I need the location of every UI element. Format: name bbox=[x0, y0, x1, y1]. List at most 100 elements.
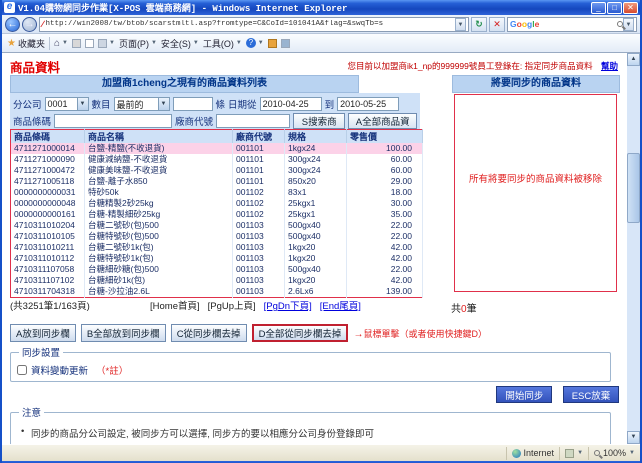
forward-button[interactable]: → bbox=[22, 17, 37, 32]
sync-action-button-B[interactable]: B全部放到同步欄 bbox=[81, 324, 166, 342]
sync-action-button-A[interactable]: A放到同步欄 bbox=[10, 324, 76, 342]
sync-count-suffix: 筆 bbox=[467, 304, 477, 315]
cell-vendor: 001103 bbox=[233, 286, 285, 298]
research-icon[interactable] bbox=[281, 39, 290, 48]
menu-safety[interactable]: 安全(S) ▼ bbox=[161, 37, 199, 50]
table-row[interactable]: 4711271000472健康美味鹽-不收退貨001101300gx2460.0… bbox=[11, 165, 423, 176]
tools-caret-icon: ▼ bbox=[236, 40, 242, 46]
cell-price: 22.00 bbox=[347, 264, 423, 275]
scroll-up-icon[interactable]: ▲ bbox=[627, 53, 640, 66]
window-title: V1.04購物網同步作業[X-POS 雲端商務網] - Windows Inte… bbox=[18, 1, 590, 14]
print-button[interactable]: ▼ bbox=[98, 39, 115, 48]
protected-mode-segment[interactable]: ▼ bbox=[560, 447, 589, 460]
table-row[interactable]: 0000000000031特砂50k00110283x118.00 bbox=[11, 187, 423, 198]
table-row[interactable]: 4710311107058台糖細砂糖(包)500001103500gx4022.… bbox=[11, 264, 423, 275]
table-row[interactable]: 4710311010112台糖特號砂1k(包)0011031kgx2042.00 bbox=[11, 253, 423, 264]
date-to-input[interactable] bbox=[337, 97, 399, 111]
cell-barcode: 4710311010211 bbox=[11, 242, 85, 253]
cell-vendor: 001102 bbox=[233, 187, 285, 198]
cell-name: 台糖特號砂1k(包) bbox=[85, 253, 233, 264]
table-row[interactable]: 0000000000048台糖精製2砂25kg00110225kgx130.00 bbox=[11, 198, 423, 209]
data-change-update-checkbox[interactable] bbox=[17, 365, 27, 375]
hint-text: 鼠標單擊（或者使用快捷鍵D） bbox=[363, 329, 487, 339]
page-home[interactable]: [Home首頁] bbox=[150, 298, 200, 312]
minimize-button[interactable]: _ bbox=[591, 2, 606, 14]
scrollbar-thumb[interactable] bbox=[627, 153, 640, 223]
messenger-icon[interactable] bbox=[268, 39, 277, 48]
cell-barcode: 4710311010112 bbox=[11, 253, 85, 264]
protected-caret-icon: ▼ bbox=[577, 450, 583, 456]
cell-price: 29.00 bbox=[347, 176, 423, 187]
search-products-button[interactable]: S搜索商品 bbox=[293, 113, 345, 129]
search-icon[interactable] bbox=[617, 21, 623, 27]
read-mail-icon[interactable] bbox=[85, 39, 94, 48]
page-up[interactable]: [PgUp上頁] bbox=[208, 298, 256, 312]
esc-cancel-button[interactable]: ESC放棄 bbox=[563, 386, 619, 403]
date-from-input[interactable] bbox=[260, 97, 322, 111]
back-button[interactable]: ← bbox=[5, 17, 20, 32]
count-select[interactable]: 最前的 ▼ bbox=[114, 97, 170, 111]
start-sync-button[interactable]: 開始同步 bbox=[496, 386, 552, 403]
table-row[interactable]: 4710311010105台糖特號砂(包)500001103500gx4022.… bbox=[11, 231, 423, 242]
help-button[interactable]: ? ▼ bbox=[246, 38, 264, 48]
barcode-label: 商品條碼 bbox=[13, 114, 51, 128]
count-input[interactable] bbox=[173, 97, 213, 111]
maximize-button[interactable]: □ bbox=[607, 2, 622, 14]
barcode-input[interactable] bbox=[54, 114, 172, 128]
cell-name: 台糖細砂1k(包) bbox=[85, 275, 233, 286]
favorites-button[interactable]: ★ 收藏夹 bbox=[7, 37, 45, 50]
column-header-2: 商品名稱 bbox=[85, 130, 233, 144]
favorites-star-icon: ★ bbox=[7, 38, 16, 49]
scroll-down-icon[interactable]: ▼ bbox=[627, 431, 640, 444]
refresh-button[interactable]: ↻ bbox=[471, 17, 487, 32]
table-row[interactable]: 4710311107102台糖細砂1k(包)0011031kgx2042.00 bbox=[11, 275, 423, 286]
feed-icon[interactable] bbox=[72, 39, 81, 48]
page-end-link[interactable]: [End尾頁] bbox=[320, 298, 361, 312]
cell-vendor: 001102 bbox=[233, 198, 285, 209]
google-logo: Google bbox=[510, 19, 617, 29]
address-dropdown-icon[interactable]: ▼ bbox=[455, 18, 466, 31]
cell-name: 台糖精製2砂25kg bbox=[85, 198, 233, 209]
menu-page[interactable]: 页面(P) ▼ bbox=[119, 37, 157, 50]
table-row[interactable]: 4710311010211台糖二號砂1k(包)0011031kgx2042.00 bbox=[11, 242, 423, 253]
help-link[interactable]: 幫助 bbox=[601, 61, 618, 71]
sync-action-button-C[interactable]: C從同步欄去掉 bbox=[171, 324, 247, 342]
branch-select[interactable]: 0001 ▼ bbox=[45, 97, 89, 111]
login-info: 您目前以加盟商ik1_np的999999號員工登錄在: 指定同步商品資料 幫助 bbox=[347, 60, 618, 72]
home-button[interactable]: ⌂ ▼ bbox=[54, 38, 68, 49]
notes-list: 同步的商品分公司設定, 被同步方可以選擇, 同步方的要以相應分公司身份登錄即可設… bbox=[17, 426, 604, 444]
cell-price: 139.00 bbox=[347, 286, 423, 298]
cell-barcode: 4711271000014 bbox=[11, 143, 85, 154]
address-input[interactable]: ∕ http://win2008/tw/btob/scarstmltl.asp?… bbox=[39, 17, 469, 32]
page-down-link[interactable]: [PgDn下頁] bbox=[264, 298, 312, 312]
table-row[interactable]: 4710311704318台糖-沙拉油2.6L0011032.6Lx6139.0… bbox=[11, 286, 423, 298]
unit-label: 條 bbox=[216, 97, 226, 111]
table-row[interactable]: 0000000000161台糖-精製細砂25kg00110225kgx135.0… bbox=[11, 209, 423, 220]
cell-spec: 300gx24 bbox=[285, 154, 347, 165]
stop-button[interactable]: ✕ bbox=[489, 17, 505, 32]
cell-price: 22.00 bbox=[347, 231, 423, 242]
vertical-scrollbar[interactable]: ▲ ▼ bbox=[627, 53, 640, 444]
all-products-button[interactable]: A全部商品資料 bbox=[348, 113, 417, 129]
zoom-control[interactable]: 100% ▼ bbox=[589, 447, 640, 460]
sync-settings-fieldset: 同步設置 資料變動更新 （*註） bbox=[10, 345, 611, 382]
title-bar[interactable]: e V1.04購物網同步作業[X-POS 雲端商務網] - Windows In… bbox=[2, 0, 640, 15]
menu-tools[interactable]: 工具(O) ▼ bbox=[203, 37, 242, 50]
vendor-input[interactable] bbox=[216, 114, 290, 128]
close-button[interactable]: ✕ bbox=[623, 2, 638, 14]
table-row[interactable]: 4711271005118台鹽-離子水850001101850x2029.00 bbox=[11, 176, 423, 187]
notes-legend: 注意 bbox=[19, 405, 44, 419]
cell-barcode: 4710311010204 bbox=[11, 220, 85, 231]
cell-vendor: 001103 bbox=[233, 231, 285, 242]
sync-action-button-D[interactable]: D全部從同步欄去掉 bbox=[252, 324, 349, 342]
table-row[interactable]: 4711271000090健康減納鹽-不收退貨001101300gx2460.0… bbox=[11, 154, 423, 165]
cell-name: 台糖二號砂1k(包) bbox=[85, 242, 233, 253]
count-select-arrow-icon: ▼ bbox=[158, 98, 169, 110]
table-row[interactable]: 4710311010204台糖二號砂(包)500001103500gx4022.… bbox=[11, 220, 423, 231]
cell-vendor: 001103 bbox=[233, 242, 285, 253]
cell-barcode: 4710311107058 bbox=[11, 264, 85, 275]
filter-row-2: 商品條碼 廠商代號 S搜索商品 A全部商品資料 bbox=[13, 113, 417, 129]
search-box[interactable]: Google ▼ bbox=[507, 17, 637, 32]
table-row[interactable]: 4711271000014台鹽-精鹽(不收退貨)0011011kgx24100.… bbox=[11, 143, 423, 154]
cell-name: 特砂50k bbox=[85, 187, 233, 198]
